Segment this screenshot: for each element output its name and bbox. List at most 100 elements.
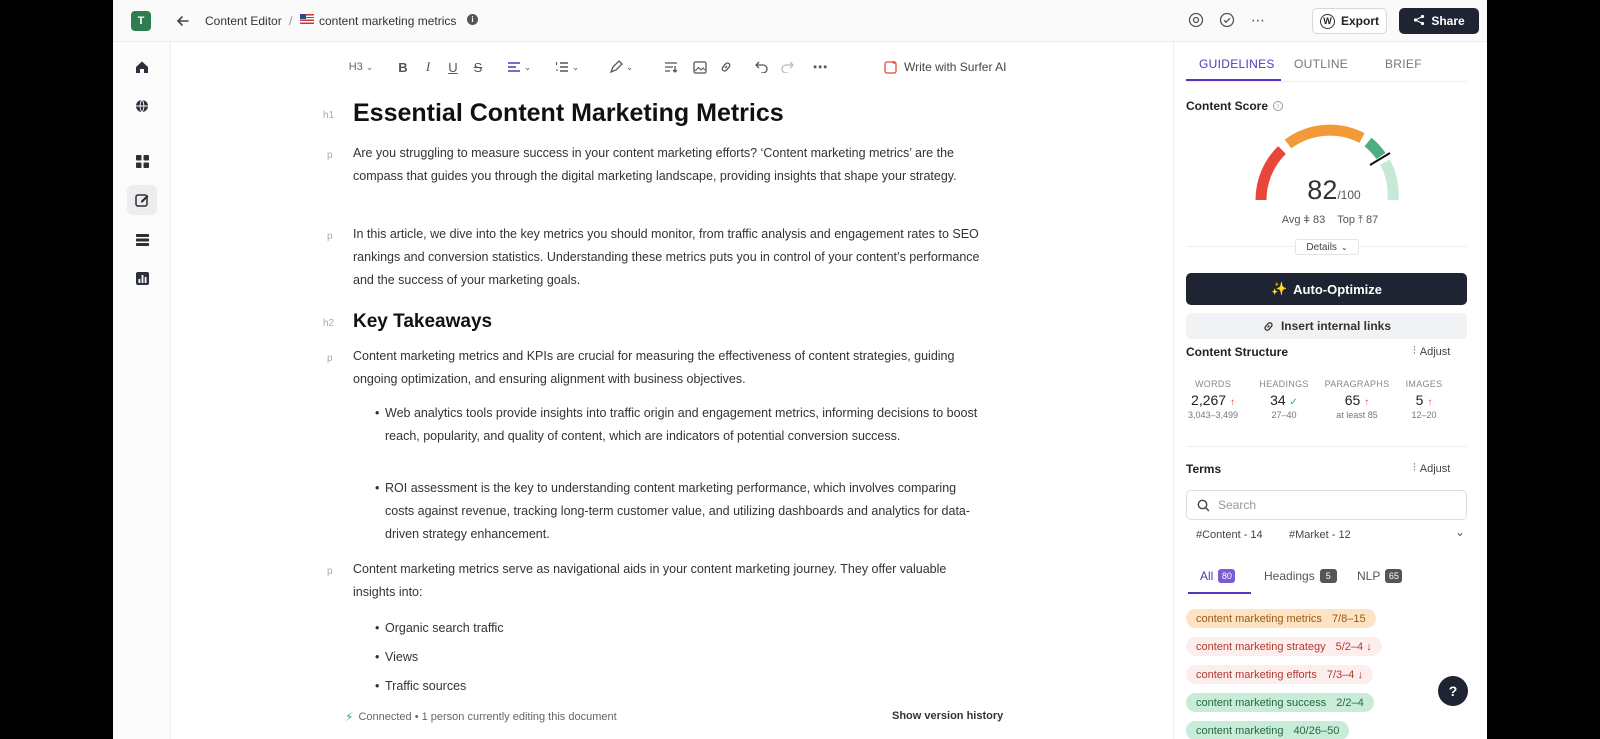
terms-search-input[interactable]: Search — [1186, 490, 1467, 520]
back-arrow-icon[interactable] — [173, 11, 193, 31]
filter-all[interactable]: All 80 — [1200, 569, 1236, 583]
surfer-ai-button[interactable]: Write with Surfer AI — [884, 53, 1016, 81]
connection-status-text: Connected • 1 person currently editing t… — [358, 711, 617, 723]
term-count-value: 7/3–4 — [1326, 668, 1355, 681]
avg-icon: ǂ — [1303, 214, 1310, 226]
key-takeaways-heading[interactable]: Key Takeaways — [353, 311, 492, 333]
guidelines-panel: GUIDELINES OUTLINE BRIEF Content Score i… — [1173, 42, 1487, 739]
workspace-avatar[interactable]: T — [131, 11, 151, 31]
structure-adjust-button[interactable]: ⫶ Adjust — [1413, 345, 1450, 358]
share-label: Share — [1431, 14, 1465, 28]
export-button[interactable]: W Export — [1312, 8, 1387, 34]
undo-button[interactable] — [752, 53, 772, 81]
top-icon: ⤒ — [1358, 214, 1363, 226]
term-chip[interactable]: content marketing strategy 5/2–4 ↓ — [1186, 637, 1382, 656]
score-number: 82 — [1307, 175, 1338, 205]
align-dropdown[interactable]: ⌄ — [503, 53, 535, 81]
breadcrumb-separator: / — [289, 14, 293, 28]
list-item[interactable]: Web analytics tools provide insights int… — [375, 402, 985, 448]
globe-icon[interactable] — [127, 91, 157, 121]
gauge-green-segment — [1364, 137, 1386, 160]
list-item[interactable]: Traffic sources — [375, 675, 985, 698]
list-item[interactable]: Organic search traffic — [375, 617, 985, 640]
stat-images: IMAGES 5 ↑ 12–20 — [1386, 379, 1462, 420]
more-icon: ⋯ — [812, 59, 828, 76]
auto-optimize-button[interactable]: ✨ Auto-Optimize — [1186, 273, 1467, 305]
stat-label: IMAGES — [1405, 379, 1443, 389]
tab-guidelines[interactable]: GUIDELINES — [1199, 57, 1275, 71]
tab-brief[interactable]: BRIEF — [1385, 57, 1422, 71]
stat-number: 65 — [1344, 392, 1361, 408]
term-chip[interactable]: content marketing metrics 7/8–15 — [1186, 609, 1376, 628]
highlight-dropdown[interactable]: ⌄ — [605, 53, 637, 81]
details-toggle[interactable]: Details ⌄ — [1295, 239, 1359, 255]
topic-chip[interactable]: #Content - 14 — [1196, 529, 1263, 541]
term-chip[interactable]: content marketing success 2/2–4 — [1186, 693, 1374, 712]
help-button[interactable]: ? — [1438, 676, 1468, 706]
insert-image-button[interactable] — [690, 53, 710, 81]
surfer-ai-label: Write with Surfer AI — [904, 60, 1007, 74]
count-badge: 80 — [1218, 569, 1236, 583]
takeaways-paragraph[interactable]: Content marketing metrics and KPIs are c… — [353, 345, 983, 391]
content-editor-icon[interactable] — [127, 185, 157, 215]
filter-headings[interactable]: Headings 5 — [1264, 569, 1337, 583]
list-item[interactable]: Views — [375, 646, 985, 669]
term-count: 7/3–4 ↓ — [1327, 669, 1363, 681]
home-icon[interactable] — [127, 52, 157, 82]
check-circle-icon[interactable] — [1219, 12, 1235, 33]
italic-button[interactable]: I — [418, 53, 438, 81]
top-value: 87 — [1366, 214, 1379, 226]
terms-adjust-button[interactable]: ⫶ Adjust — [1413, 462, 1450, 475]
search-placeholder: Search — [1218, 498, 1257, 512]
list-dropdown[interactable]: ⌄ — [551, 53, 583, 81]
avg-value: 83 — [1313, 214, 1326, 226]
wordpress-icon: W — [1319, 13, 1335, 29]
bold-button[interactable]: B — [393, 53, 413, 81]
list-item[interactable]: ROI assessment is the key to understandi… — [375, 477, 985, 546]
more-options-button[interactable]: ⋯ — [810, 53, 830, 81]
chevron-down-icon[interactable]: ⌄ — [1455, 525, 1465, 539]
details-label: Details — [1306, 241, 1337, 253]
settings-icon[interactable] — [1188, 12, 1204, 33]
list-icon[interactable] — [127, 224, 157, 254]
info-icon[interactable]: i — [467, 14, 478, 25]
tab-outline[interactable]: OUTLINE — [1294, 57, 1348, 71]
intro-paragraph[interactable]: Are you struggling to measure success in… — [353, 142, 983, 188]
document-title[interactable]: content marketing metrics — [319, 14, 456, 28]
app-window: T Content Editor / content marketing met… — [113, 0, 1487, 739]
redo-button[interactable] — [777, 53, 797, 81]
dashboard-icon[interactable] — [127, 146, 157, 176]
link-icon — [721, 62, 731, 72]
topic-chip[interactable]: #Market - 12 — [1289, 529, 1351, 541]
term-chip[interactable]: content marketing 40/26–50 — [1186, 721, 1350, 739]
count-badge: 65 — [1385, 569, 1403, 583]
underline-button[interactable]: U — [443, 53, 463, 81]
info-icon[interactable]: i — [1273, 101, 1284, 111]
link-icon — [1264, 321, 1273, 331]
stat-label: PARAGRAPHS — [1324, 379, 1390, 389]
term-count: 5/2–4 ↓ — [1336, 641, 1372, 653]
heading-dropdown[interactable]: H3 ⌄ — [343, 53, 379, 81]
term-text: content marketing strategy — [1196, 640, 1326, 653]
insert-internal-links-button[interactable]: Insert internal links — [1186, 313, 1467, 339]
more-icon[interactable]: ⋯ — [1251, 12, 1266, 29]
breadcrumb-root[interactable]: Content Editor — [205, 14, 282, 28]
filter-nlp[interactable]: NLP 65 — [1357, 569, 1403, 583]
analytics-icon[interactable] — [127, 263, 157, 293]
left-navigation — [113, 42, 171, 739]
navigation-paragraph[interactable]: Content marketing metrics serve as navig… — [353, 558, 963, 604]
chevron-down-icon: ⌄ — [571, 61, 580, 72]
stat-range: 27–40 — [1271, 410, 1297, 420]
term-chip[interactable]: content marketing efforts 7/3–4 ↓ — [1186, 665, 1373, 684]
share-button[interactable]: Share — [1399, 8, 1479, 34]
sparkle-icon: ✨ — [1270, 281, 1288, 296]
term-text: content marketing metrics — [1196, 612, 1322, 625]
term-count: 7/8–15 — [1331, 612, 1366, 625]
document-h1[interactable]: Essential Content Marketing Metrics — [353, 99, 784, 128]
insert-break-button[interactable] — [661, 53, 681, 81]
article-paragraph[interactable]: In this article, we dive into the key me… — [353, 223, 983, 292]
insert-link-button[interactable] — [716, 53, 736, 81]
version-history-link[interactable]: Show version history — [892, 710, 1003, 722]
redo-icon — [781, 61, 794, 73]
strikethrough-button[interactable]: S — [468, 53, 488, 81]
